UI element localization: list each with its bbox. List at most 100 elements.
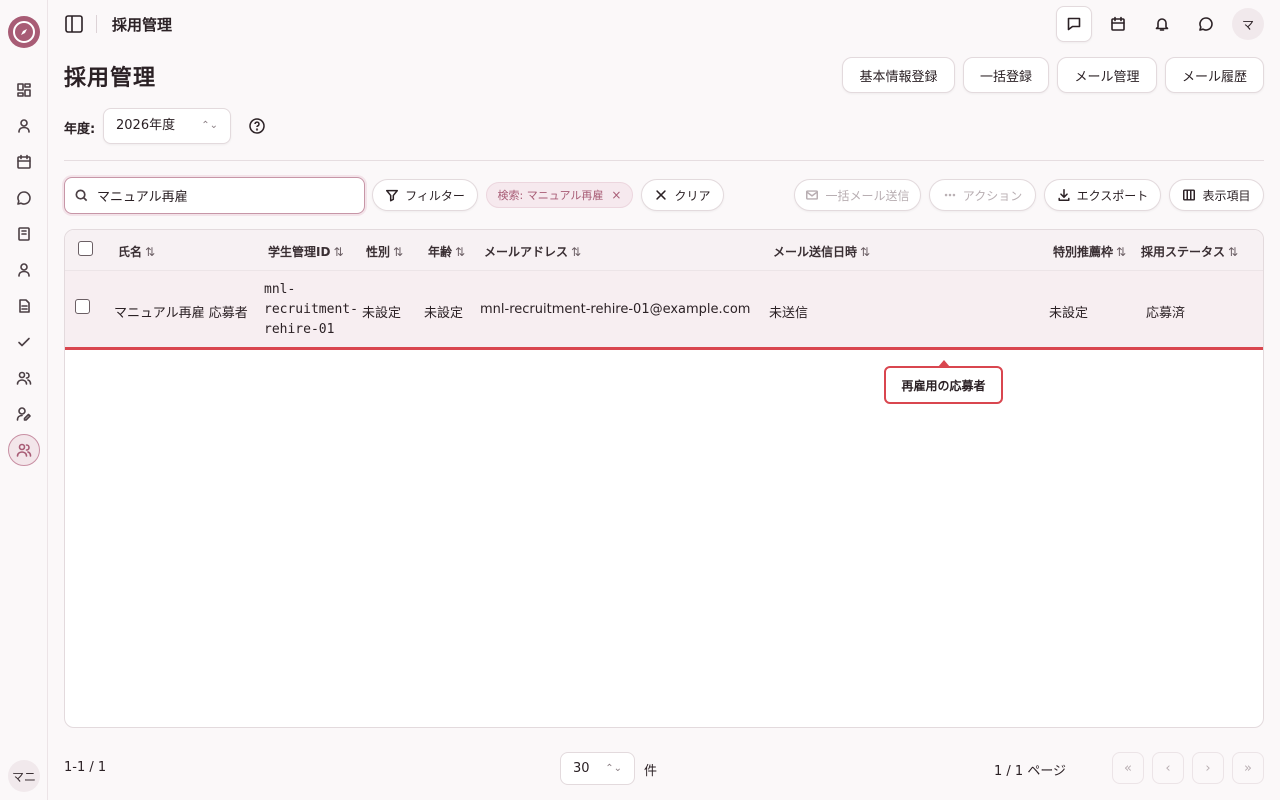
cell-name: マニュアル再雇 応募者 (114, 306, 248, 321)
year-label: 年度: (64, 122, 96, 137)
clear-label: クリア (674, 188, 711, 203)
export-button[interactable]: エクスポート (1044, 179, 1161, 211)
page-title: 採用管理 (64, 66, 157, 91)
search-input[interactable] (97, 178, 357, 212)
year-select-value: 2026年度 (116, 118, 176, 133)
section-divider (64, 160, 1264, 161)
row-annotation-tooltip: 再雇用の応募者 (884, 360, 1003, 404)
sidebar-user-avatar[interactable]: マニ (8, 760, 40, 792)
cell-email: mnl-recruitment-rehire-01@example.com (480, 302, 751, 317)
sidebar-toggle-icon[interactable] (64, 14, 84, 34)
filter-label: フィルター (405, 188, 465, 203)
cell-student-id: mnl-recruitment-rehire-01 (264, 282, 358, 337)
export-label: エクスポート (1076, 188, 1149, 203)
messages-button[interactable] (1056, 6, 1092, 42)
column-header-student-id[interactable]: 学生管理ID ⇅ (268, 243, 344, 260)
mail-history-button[interactable]: メール履歴 (1165, 57, 1264, 93)
notebook-icon[interactable] (14, 224, 34, 244)
chevron-up-down-icon: ⌃⌄ (605, 763, 622, 774)
row-checkbox[interactable] (75, 299, 90, 314)
topbar-title: 採用管理 (112, 16, 173, 34)
cell-mail-sent: 未送信 (769, 306, 809, 321)
user-icon[interactable] (14, 116, 34, 136)
first-page-button[interactable]: « (1112, 752, 1144, 784)
chat-icon[interactable] (14, 188, 34, 208)
sort-icon: ⇅ (1116, 245, 1127, 259)
next-page-button[interactable]: › (1192, 752, 1224, 784)
select-all-checkbox[interactable] (78, 241, 93, 256)
app-logo-icon[interactable] (8, 16, 40, 48)
download-icon (1058, 189, 1070, 201)
cell-gender: 未設定 (362, 306, 402, 321)
applicants-table: 氏名 ⇅ 学生管理ID ⇅ 性別 ⇅ 年齢 ⇅ メールアドレス ⇅ メール送信日時 ⇅ 特別… (64, 229, 1264, 728)
table-header: 氏名 ⇅ 学生管理ID ⇅ 性別 ⇅ 年齢 ⇅ メールアドレス ⇅ メール送信日時 ⇅ 特別… (65, 230, 1263, 271)
column-header-email[interactable]: メールアドレス ⇅ (484, 243, 581, 260)
column-header-mail-sent[interactable]: メール送信日時 ⇅ (773, 243, 870, 260)
chat-icon (1199, 17, 1213, 31)
chevron-up-down-icon: ⌃⌄ (201, 120, 218, 131)
chip-label: 検索: マニュアル再雇 (497, 189, 604, 202)
sort-icon: ⇅ (1228, 245, 1239, 259)
cell-status: 応募済 (1146, 306, 1186, 321)
page-info: 1 / 1 ページ (994, 764, 1067, 779)
search-icon (75, 189, 88, 202)
basic-info-register-button[interactable]: 基本情報登録 (842, 57, 955, 93)
per-page-value: 30 (573, 761, 590, 776)
cell-special: 未設定 (1049, 306, 1089, 321)
column-header-name[interactable]: 氏名 ⇅ (118, 243, 155, 260)
close-icon (656, 190, 667, 200)
document-icon[interactable] (14, 296, 34, 316)
sidebar: マニ (0, 0, 48, 800)
bulk-register-button[interactable]: 一括登録 (963, 57, 1049, 93)
clear-button[interactable]: クリア (641, 179, 724, 211)
columns-button[interactable]: 表示項目 (1169, 179, 1264, 211)
help-icon[interactable] (248, 117, 266, 135)
cell-age: 未設定 (424, 306, 464, 321)
column-header-gender[interactable]: 性別 ⇅ (366, 243, 403, 260)
bell-icon (1155, 18, 1169, 31)
prev-page-button[interactable]: ‹ (1152, 752, 1184, 784)
users-icon[interactable] (14, 368, 34, 388)
check-icon[interactable] (14, 332, 34, 352)
sort-icon: ⇅ (145, 245, 156, 259)
bulk-mail-button[interactable]: 一括メール送信 (794, 179, 921, 211)
column-header-special[interactable]: 特別推薦枠 ⇅ (1053, 243, 1126, 260)
topbar: 採用管理 マ (48, 0, 1280, 48)
column-header-age[interactable]: 年齢 ⇅ (428, 243, 465, 260)
columns-icon (1183, 189, 1196, 201)
table-row[interactable]: マニュアル再雇 応募者 mnl-recruitment-rehire-01 未設… (65, 271, 1263, 350)
action-label: アクション (962, 188, 1023, 203)
calendar-icon[interactable] (14, 152, 34, 172)
user-avatar[interactable]: マ (1232, 8, 1264, 40)
calendar-icon (1111, 16, 1125, 31)
filter-icon (386, 189, 399, 202)
sort-icon: ⇅ (393, 245, 404, 259)
user-icon[interactable] (14, 260, 34, 280)
filter-button[interactable]: フィルター (372, 179, 478, 211)
nav-recruitment-users-icon[interactable] (8, 434, 40, 466)
message-square-icon (1067, 17, 1081, 31)
sort-icon: ⇅ (860, 245, 871, 259)
search-field[interactable] (64, 177, 365, 214)
topbar-divider (96, 15, 97, 33)
columns-label: 表示項目 (1202, 188, 1251, 203)
sort-icon: ⇅ (455, 245, 466, 259)
dashboard-icon[interactable] (14, 80, 34, 100)
sort-icon: ⇅ (333, 245, 344, 259)
per-page-unit: 件 (644, 764, 658, 779)
column-header-status[interactable]: 採用ステータス ⇅ (1141, 243, 1238, 260)
bulk-mail-label: 一括メール送信 (825, 188, 910, 203)
year-select[interactable]: 2026年度 ⌃⌄ (103, 108, 231, 144)
calendar-button[interactable] (1100, 6, 1136, 42)
last-page-button[interactable]: » (1232, 752, 1264, 784)
search-filter-chip: 検索: マニュアル再雇 × (486, 182, 633, 208)
per-page-select[interactable]: 30 ⌃⌄ (560, 752, 635, 785)
mail-management-button[interactable]: メール管理 (1057, 57, 1157, 93)
notifications-button[interactable] (1144, 6, 1180, 42)
more-horizontal-icon (944, 193, 956, 197)
action-button[interactable]: アクション (929, 179, 1036, 211)
sort-icon: ⇅ (571, 245, 582, 259)
chip-close-icon[interactable]: × (611, 188, 621, 202)
user-edit-icon[interactable] (14, 404, 34, 424)
chat-button[interactable] (1188, 6, 1224, 42)
